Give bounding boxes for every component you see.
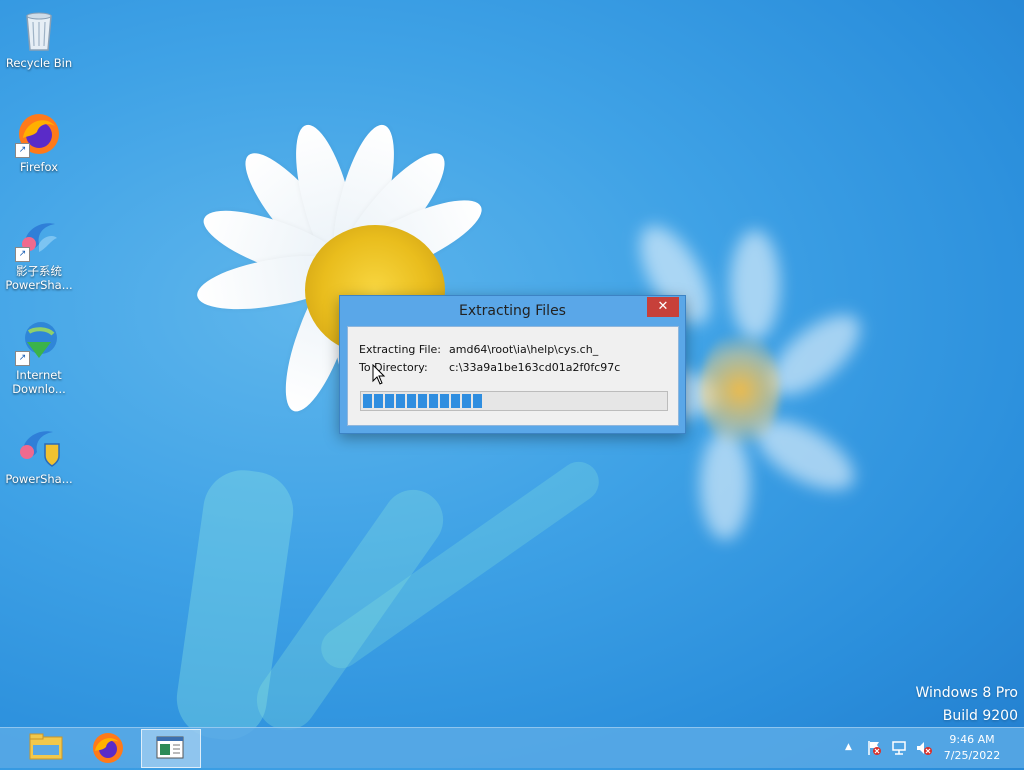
desktop-icon-powershadow-cn[interactable]: ↗ 影子系统 PowerSha... <box>4 214 74 292</box>
shortcut-arrow-icon: ↗ <box>15 351 30 366</box>
progress-segment <box>374 394 383 408</box>
extracting-file-value: amd64\root\ia\help\cys.ch_ <box>449 343 599 356</box>
taskbar-extractor-button[interactable] <box>141 729 201 768</box>
taskbar-clock[interactable]: 9:46 AM 7/25/2022 <box>942 732 1002 764</box>
shortcut-arrow-icon: ↗ <box>15 247 30 262</box>
close-button[interactable]: ✕ <box>647 297 679 317</box>
progress-segment <box>440 394 449 408</box>
progress-segment <box>407 394 416 408</box>
extraction-progress-bar <box>360 391 668 411</box>
firefox-icon <box>93 733 123 763</box>
desktop-icon-idm[interactable]: ↗ Internet Downlo... <box>4 318 74 396</box>
dialog-body: Extracting File: amd64\root\ia\help\cys.… <box>347 326 679 426</box>
extracting-file-label: Extracting File: <box>359 343 442 356</box>
internet-download-manager-icon: ↗ <box>15 318 63 366</box>
to-directory-value: c:\33a9a1be163cd01a2f0fc97c <box>449 361 621 374</box>
progress-segment <box>396 394 405 408</box>
shortcut-arrow-icon: ↗ <box>15 143 30 158</box>
desktop-icon-label: 影子系统 <box>16 264 62 278</box>
folder-icon <box>29 733 63 760</box>
mouse-cursor-icon <box>372 364 386 385</box>
window-icon <box>156 736 184 759</box>
powershadow-shield-icon <box>15 422 63 470</box>
windows-build-watermark: Build 9200 <box>942 708 1018 724</box>
progress-segment <box>363 394 372 408</box>
desktop-icon-label: Internet <box>16 368 62 382</box>
desktop-icon-label: Recycle Bin <box>5 56 73 70</box>
recycle-bin-icon <box>15 6 63 54</box>
progress-segment <box>385 394 394 408</box>
clock-date: 7/25/2022 <box>943 749 1001 762</box>
taskbar-firefox-button[interactable] <box>79 729 137 766</box>
progress-segment <box>429 394 438 408</box>
desktop-icon-firefox[interactable]: ↗ Firefox <box>4 110 74 174</box>
desktop-icon-recycle-bin[interactable]: Recycle Bin <box>4 6 74 70</box>
extracting-files-dialog: Extracting Files ✕ Extracting File: amd6… <box>339 295 686 434</box>
progress-segment <box>473 394 482 408</box>
action-center-flag-icon[interactable] <box>866 740 882 756</box>
powershadow-icon: ↗ <box>15 214 63 262</box>
desktop-icon-label: Downlo... <box>12 382 66 396</box>
progress-segment <box>451 394 460 408</box>
show-hidden-icons-button[interactable]: ▲ <box>845 742 852 752</box>
desktop-icon-powershadow[interactable]: PowerSha... <box>4 422 74 486</box>
desktop-icon-label: PowerSha... <box>5 472 73 486</box>
volume-muted-icon[interactable] <box>915 740 933 756</box>
dialog-title[interactable]: Extracting Files <box>340 296 685 326</box>
firefox-icon: ↗ <box>15 110 63 158</box>
windows-edition-watermark: Windows 8 Pro <box>915 685 1018 701</box>
progress-segment <box>418 394 427 408</box>
progress-segment <box>462 394 471 408</box>
taskbar: ▲ 9:46 AM 7/25/2022 <box>0 727 1024 768</box>
network-icon[interactable] <box>891 740 907 756</box>
desktop-icon-label: Firefox <box>19 160 59 174</box>
clock-time: 9:46 AM <box>949 733 995 746</box>
desktop-icon-label: PowerSha... <box>5 278 73 292</box>
to-directory-label: To Directory: <box>359 361 428 374</box>
taskbar-file-explorer-button[interactable] <box>17 729 75 766</box>
